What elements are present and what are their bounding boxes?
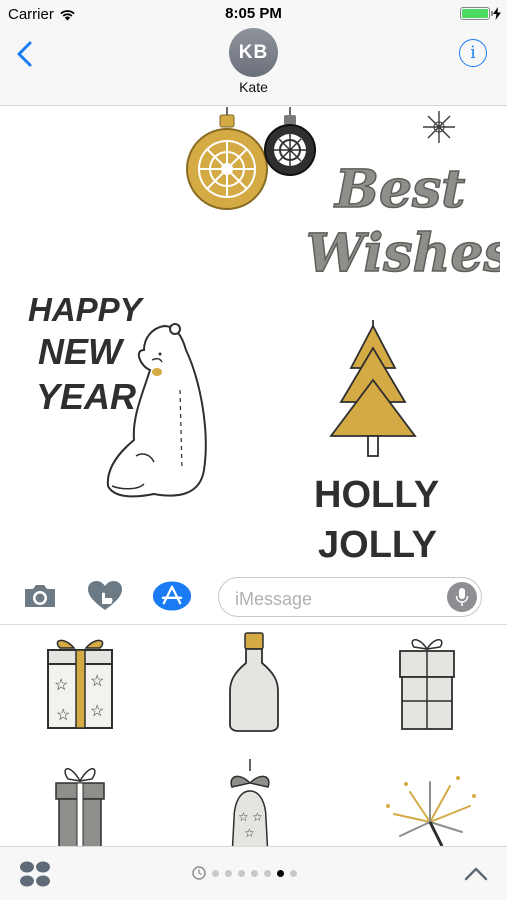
battery-group	[460, 7, 501, 20]
page-dot[interactable]	[264, 869, 271, 877]
christmas-tree-sticker[interactable]	[325, 320, 421, 460]
page-indicator[interactable]	[192, 866, 297, 880]
svg-text:☆: ☆	[244, 826, 255, 840]
battery-icon	[460, 7, 493, 20]
svg-text:☆: ☆	[90, 703, 104, 720]
holly-word: HOLLY	[314, 474, 439, 516]
chevron-up-icon[interactable]	[463, 864, 489, 884]
page-dot[interactable]	[290, 869, 297, 877]
contact-name[interactable]: Kate	[0, 79, 507, 95]
message-placeholder: iMessage	[235, 589, 313, 609]
svg-text:☆: ☆	[238, 810, 249, 824]
bell-sticker[interactable]: ☆ ☆ ☆	[200, 752, 300, 846]
battery-fill	[462, 9, 488, 18]
app-store-icon	[152, 581, 192, 611]
charging-bolt-icon	[493, 7, 501, 20]
page-dot[interactable]	[225, 869, 232, 877]
message-field[interactable]: iMessage	[218, 577, 482, 617]
camera-icon	[25, 585, 55, 607]
gift-box-stars-sticker[interactable]: ☆ ☆ ☆ ☆	[30, 626, 130, 736]
info-icon[interactable]: i	[459, 39, 487, 67]
sticker-drawer: ☆ ☆ ☆ ☆ ☆ ☆ ☆	[0, 626, 507, 846]
avatar[interactable]: KB	[229, 28, 278, 77]
app-drawer-bar	[0, 846, 507, 900]
conversation-header: KB Kate i	[0, 28, 507, 106]
holly-jolly-sticker[interactable]: HOLLY JOLLY	[312, 467, 442, 566]
svg-text:☆: ☆	[90, 673, 104, 690]
page-dot-active[interactable]	[277, 869, 284, 877]
svg-text:☆: ☆	[252, 810, 263, 824]
gift-box-bow-sticker[interactable]	[30, 752, 130, 846]
ornaments-sticker[interactable]	[180, 107, 320, 219]
conversation-area: Best Wishes HAPPY NEW YEAR HOLLY JOLLY	[0, 107, 507, 570]
clock-icon[interactable]	[192, 866, 206, 880]
page-dot[interactable]	[212, 869, 219, 877]
gift-box-ribbon-sticker[interactable]	[377, 626, 477, 736]
app-drawer-icon[interactable]	[18, 860, 52, 888]
status-bar: Carrier 8:05 PM	[0, 0, 507, 28]
page-dot[interactable]	[238, 869, 245, 877]
bottle-sticker[interactable]	[204, 626, 304, 736]
digital-touch-icon	[88, 581, 122, 610]
app-store-button[interactable]	[152, 578, 192, 614]
page-dot[interactable]	[251, 869, 258, 877]
svg-text:☆: ☆	[56, 707, 70, 724]
message-input-bar: iMessage	[0, 570, 507, 625]
camera-button[interactable]	[20, 578, 60, 614]
microphone-icon[interactable]	[447, 582, 477, 612]
messages-screen: Carrier 8:05 PM KB Kate i Best Wishes HA…	[0, 0, 507, 900]
svg-text:☆: ☆	[54, 677, 68, 694]
fireworks-sticker[interactable]	[380, 752, 480, 846]
digital-touch-button[interactable]	[85, 578, 125, 614]
snowflake-icon	[423, 111, 455, 143]
best-wishes-line1: Best	[333, 159, 465, 220]
jolly-word: JOLLY	[318, 524, 437, 563]
polar-bear-sticker[interactable]	[104, 320, 210, 502]
chevron-left-icon[interactable]	[12, 40, 38, 68]
best-wishes-line2: Wishes	[306, 223, 500, 284]
best-wishes-sticker[interactable]: Best Wishes	[300, 149, 507, 285]
clock-time: 8:05 PM	[225, 5, 282, 22]
